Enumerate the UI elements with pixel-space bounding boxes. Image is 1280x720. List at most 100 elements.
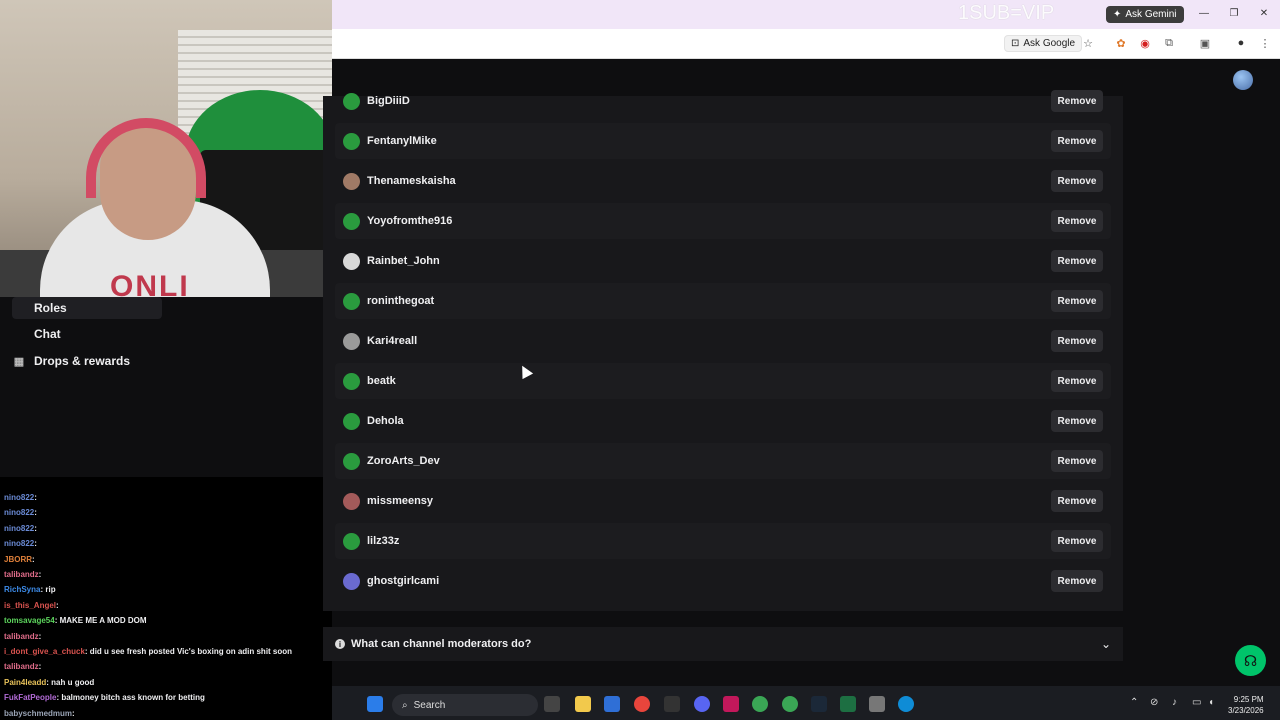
chat-username[interactable]: is_this_Angel [4, 601, 56, 610]
restore-icon[interactable]: ❐ [1227, 6, 1241, 20]
chat-username[interactable]: RichSyna [4, 585, 40, 594]
moderator-row: Kari4reall Remove [335, 323, 1111, 359]
info-icon: i [335, 639, 345, 649]
moderator-name[interactable]: lilz33z [367, 535, 399, 547]
avatar [343, 452, 360, 470]
chat-username[interactable]: tomsavage54 [4, 616, 55, 625]
moderator-name[interactable]: ZoroArts_Dev [367, 455, 440, 467]
app-icon[interactable] [664, 696, 680, 712]
chat-username[interactable]: talibandz [4, 662, 39, 671]
chat-message: talibandz: [4, 632, 41, 641]
remove-button[interactable]: Remove [1051, 170, 1103, 192]
moderator-name[interactable]: beatk [367, 375, 396, 387]
moderator-name[interactable]: Thenameskaisha [367, 175, 456, 187]
start-icon[interactable] [367, 696, 383, 712]
sidebar-item-label: Drops & rewards [34, 354, 131, 368]
acrobat-icon[interactable] [723, 696, 739, 712]
chat-message: talibandz: [4, 570, 41, 579]
sidebar-item-label: Chat [34, 327, 61, 341]
opera-icon[interactable]: ◉ [1138, 36, 1152, 50]
chat-username[interactable]: FukFatPeople [4, 693, 56, 702]
remove-button[interactable]: Remove [1051, 90, 1103, 112]
tab-search-icon[interactable]: ▣ [1198, 36, 1212, 50]
moderator-name[interactable]: BigDiiiD [367, 95, 410, 107]
sidebar-item-roles[interactable]: Roles [12, 297, 162, 319]
close-icon[interactable]: ✕ [1257, 6, 1271, 20]
moderator-name[interactable]: Rainbet_John [367, 255, 440, 267]
ask-gemini-label: Ask Gemini [1125, 9, 1177, 20]
chat-username[interactable]: babyschmedmum [4, 709, 72, 718]
discord-icon[interactable] [694, 696, 710, 712]
remove-button[interactable]: Remove [1051, 450, 1103, 472]
moderator-row: lilz33z Remove [335, 523, 1111, 559]
chat-message: nino822: [4, 539, 37, 548]
display-icon[interactable]: ▭ [1192, 697, 1201, 708]
user-avatar[interactable] [1233, 70, 1253, 90]
chevron-down-icon: ⌄ [1100, 637, 1111, 651]
chrome-active-icon[interactable] [782, 696, 798, 712]
extension-icon[interactable]: ✿ [1114, 36, 1128, 50]
file-explorer-icon[interactable] [575, 696, 591, 712]
profile-icon[interactable]: ● [1234, 36, 1248, 50]
edge-icon[interactable] [898, 696, 914, 712]
chat-username[interactable]: nino822 [4, 508, 34, 517]
tray-network-off-icon[interactable]: ⊘ [1150, 697, 1158, 708]
help-chat-button[interactable]: ☊ [1235, 645, 1266, 676]
chat-username[interactable]: nino822 [4, 493, 34, 502]
remove-button[interactable]: Remove [1051, 250, 1103, 272]
moderator-name[interactable]: ghostgirlcami [367, 575, 439, 587]
microphone-icon[interactable]: ♪ [1172, 697, 1177, 708]
moderator-name[interactable]: roninthegoat [367, 295, 434, 307]
moderator-name[interactable]: missmeensy [367, 495, 433, 507]
remove-button[interactable]: Remove [1051, 570, 1103, 592]
chat-overlay: nino822: nino822: nino822: nino822: JBORR: ta… [0, 477, 332, 720]
moderator-name[interactable]: Yoyofromthe916 [367, 215, 452, 227]
moderator-name[interactable]: Kari4reall [367, 335, 417, 347]
bookmark-star-icon[interactable]: ☆ [1081, 36, 1095, 50]
ask-google-button[interactable]: ⊡ Ask Google [1004, 35, 1083, 52]
remove-button[interactable]: Remove [1051, 330, 1103, 352]
more-menu-icon[interactable]: ⋮ [1258, 36, 1272, 50]
extensions-puzzle-icon[interactable]: ⧉ [1162, 36, 1176, 50]
chat-username[interactable]: i_dont_give_a_chuck [4, 647, 85, 656]
moderator-name[interactable]: FentanylMike [367, 135, 437, 147]
chat-text: : rip [40, 585, 56, 595]
remove-button[interactable]: Remove [1051, 370, 1103, 392]
taskbar-search[interactable]: ⌕ Search [392, 694, 538, 716]
avatar [343, 412, 360, 430]
faq-accordion[interactable]: i What can channel moderators do? ⌄ [323, 627, 1123, 661]
chat-username[interactable]: nino822 [4, 524, 34, 533]
chat-text: : [32, 554, 35, 564]
taskbar-clock[interactable]: 9:25 PM 3/23/2026 [1228, 694, 1264, 716]
chat-username[interactable]: talibandz [4, 570, 39, 579]
avatar [343, 172, 360, 190]
remove-button[interactable]: Remove [1051, 130, 1103, 152]
chat-username[interactable]: JBORR [4, 555, 32, 564]
chat-username[interactable]: nino822 [4, 539, 34, 548]
task-view-icon[interactable] [544, 696, 560, 712]
chat-message: nino822: [4, 493, 37, 502]
remove-button[interactable]: Remove [1051, 290, 1103, 312]
chat-text: : balmoney bitch ass known for betting [56, 693, 205, 703]
chat-text: : [72, 708, 75, 718]
remove-button[interactable]: Remove [1051, 410, 1103, 432]
moderator-name[interactable]: Dehola [367, 415, 404, 427]
minimize-icon[interactable]: — [1197, 6, 1211, 20]
steam-icon[interactable] [811, 696, 827, 712]
sidebar-item-drops-rewards[interactable]: ▦ Drops & rewards [12, 350, 162, 372]
chrome-alt-icon[interactable] [752, 696, 768, 712]
excel-icon[interactable] [840, 696, 856, 712]
ask-gemini-button[interactable]: ✦ Ask Gemini [1106, 6, 1184, 23]
remove-button[interactable]: Remove [1051, 490, 1103, 512]
volume-icon[interactable]: ◖ [1208, 697, 1214, 708]
remove-button[interactable]: Remove [1051, 210, 1103, 232]
store-icon[interactable] [604, 696, 620, 712]
tray-chevron-icon[interactable]: ⌃ [1130, 697, 1138, 708]
chat-username[interactable]: talibandz [4, 632, 39, 641]
sidebar-item-chat[interactable]: Chat [12, 323, 162, 345]
settings-icon[interactable] [869, 696, 885, 712]
chat-username[interactable]: Pain4leadd [4, 678, 46, 687]
chat-text: : [56, 600, 59, 610]
remove-button[interactable]: Remove [1051, 530, 1103, 552]
chrome-icon[interactable] [634, 696, 650, 712]
